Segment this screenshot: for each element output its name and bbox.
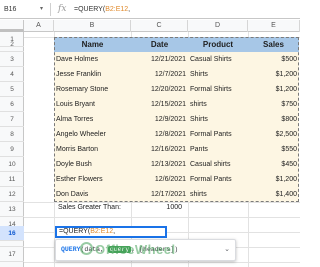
fx-icon: fx xyxy=(58,4,67,14)
row-header[interactable]: 10 xyxy=(0,157,24,172)
active-cell-editor[interactable]: =QUERY(B2:E12, xyxy=(55,226,167,238)
watermark-logo-icon xyxy=(80,242,93,255)
grid-line xyxy=(24,202,300,203)
formula-input[interactable]: =QUERY(B2:E12, xyxy=(74,3,130,16)
column-header-e[interactable]: E xyxy=(248,20,300,32)
row-header[interactable]: 6 xyxy=(0,97,24,112)
column-header-c[interactable]: C xyxy=(131,20,188,32)
formula-prefix: =QUERY( xyxy=(74,6,106,13)
formula-bar-divider xyxy=(50,3,51,16)
grid-line xyxy=(24,262,300,263)
row-header[interactable]: 8 xyxy=(0,127,24,142)
row-header[interactable]: 7 xyxy=(0,112,24,127)
row-header[interactable]: 3 xyxy=(0,52,24,67)
row-header[interactable]: 12 xyxy=(0,187,24,202)
grid-line xyxy=(24,217,300,218)
row-header-selected[interactable]: 16 xyxy=(0,226,24,241)
select-all-corner[interactable] xyxy=(0,20,24,32)
watermark: OfficeWheel xyxy=(95,242,176,257)
column-header-d[interactable]: D xyxy=(188,20,248,32)
chevron-down-icon[interactable]: ⌄ xyxy=(224,245,230,253)
row-headers: 1 2 3 4 5 6 7 8 9 10 11 12 13 14 15 16 1… xyxy=(0,32,24,267)
row-header[interactable]: 5 xyxy=(0,82,24,97)
function-name: QUERY xyxy=(61,246,81,253)
table-range-border xyxy=(54,37,299,202)
editor-suffix: , xyxy=(113,228,116,235)
formula-bar: B16 ▾ fx =QUERY(B2:E12, xyxy=(0,0,300,19)
row-header[interactable]: 4 xyxy=(0,67,24,82)
editor-range-ref: B2:E12 xyxy=(90,228,114,235)
column-header-b[interactable]: B xyxy=(54,20,131,32)
criteria-label[interactable]: Sales Greater Than: xyxy=(58,204,121,211)
row-header[interactable]: 2 xyxy=(0,37,24,52)
formula-range-ref: B2:E12 xyxy=(105,6,129,13)
name-box[interactable]: B16 xyxy=(2,3,32,16)
editor-prefix: =QUERY( xyxy=(59,228,91,235)
row-header[interactable]: 9 xyxy=(0,142,24,157)
row-header[interactable]: 11 xyxy=(0,172,24,187)
row-header[interactable]: 13 xyxy=(0,202,24,217)
row-header[interactable]: 17 xyxy=(0,247,24,262)
column-headers: A B C D E xyxy=(0,20,300,32)
name-box-dropdown-icon[interactable]: ▾ xyxy=(40,3,43,16)
criteria-value[interactable]: 1000 xyxy=(160,204,182,211)
column-header-a[interactable]: A xyxy=(24,20,54,32)
formula-suffix: , xyxy=(128,6,131,13)
